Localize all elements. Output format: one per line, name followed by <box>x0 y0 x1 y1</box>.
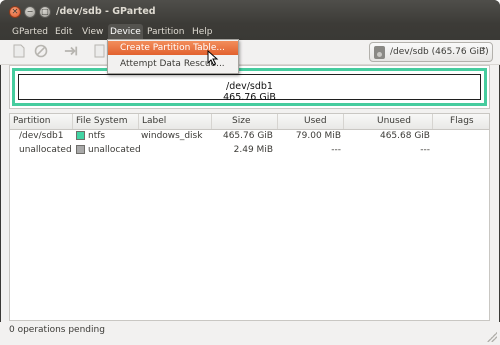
close-icon: ✕ <box>11 7 19 16</box>
partition-table: Partition File System Label Size Used Un… <box>9 113 490 321</box>
menu-view[interactable]: View <box>80 24 105 40</box>
device-menu-dropdown: Create Partition Table... Attempt Data R… <box>107 39 239 74</box>
cell-filesystem: unallocated <box>88 145 141 155</box>
cell-size: 2.49 MiB <box>233 145 273 155</box>
cell-used: --- <box>331 145 341 155</box>
copy-icon[interactable] <box>93 44 107 58</box>
partition-block-size: 465.76 GiB <box>223 92 276 103</box>
resize-grip-icon[interactable] <box>487 332 497 342</box>
table-row[interactable]: unallocated unallocated 2.49 MiB --- --- <box>10 143 489 157</box>
title-bar[interactable]: ✕ − □ /dev/sdb - GParted <box>0 0 500 24</box>
resize-move-icon[interactable] <box>64 44 78 58</box>
close-window-button[interactable]: ✕ <box>9 6 21 18</box>
device-selector-label: /dev/sdb (465.76 GiB) <box>390 47 489 57</box>
cell-unused: --- <box>420 145 430 155</box>
partition-block-sdb1[interactable]: /dev/sdb1 465.76 GiB <box>12 68 487 106</box>
mouse-cursor-icon <box>207 50 219 66</box>
column-label[interactable]: Label <box>139 114 212 129</box>
chevron-down-icon: ⌃ <box>480 46 487 55</box>
menu-edit[interactable]: Edit <box>53 24 74 40</box>
column-flags[interactable]: Flags <box>433 114 489 129</box>
table-row[interactable]: /dev/sdb1 ntfs windows_disk 465.76 GiB 7… <box>10 129 489 143</box>
cell-unused: 465.68 GiB <box>379 131 430 141</box>
maximize-window-button[interactable]: □ <box>39 6 51 18</box>
cell-partition: /dev/sdb1 <box>19 131 64 141</box>
window-title: /dev/sdb - GParted <box>56 6 156 17</box>
table-header: Partition File System Label Size Used Un… <box>10 114 489 130</box>
gparted-window: ✕ − □ /dev/sdb - GParted GParted Edit Vi… <box>0 0 500 345</box>
hard-disk-icon <box>374 46 385 59</box>
column-file-system[interactable]: File System <box>73 114 139 129</box>
column-used[interactable]: Used <box>278 114 344 129</box>
minimize-icon: − <box>26 7 34 16</box>
partition-block-name: /dev/sdb1 <box>226 81 273 92</box>
column-unused[interactable]: Unused <box>344 114 433 129</box>
column-size[interactable]: Size <box>212 114 278 129</box>
cell-label: windows_disk <box>141 131 203 141</box>
menu-device[interactable]: Device <box>108 24 143 40</box>
menu-gparted[interactable]: GParted <box>10 24 50 40</box>
delete-icon[interactable] <box>34 44 48 58</box>
cell-partition: unallocated <box>19 145 72 155</box>
maximize-icon: □ <box>41 7 49 16</box>
device-selector[interactable]: /dev/sdb (465.76 GiB) ⌃ <box>369 42 493 62</box>
toolbar: /dev/sdb (465.76 GiB) ⌃ <box>0 40 500 65</box>
disk-graphic: /dev/sdb1 465.76 GiB <box>9 65 490 109</box>
new-icon[interactable] <box>12 44 26 58</box>
filesystem-color-swatch <box>76 131 85 140</box>
cell-size: 465.76 GiB <box>222 131 273 141</box>
status-bar: 0 operations pending <box>0 322 500 345</box>
menu-help[interactable]: Help <box>190 24 215 40</box>
filesystem-color-swatch <box>76 145 85 154</box>
column-partition[interactable]: Partition <box>10 114 73 129</box>
menu-bar: GParted Edit View Device Partition Help <box>0 24 500 40</box>
menu-partition[interactable]: Partition <box>145 24 187 40</box>
cell-filesystem: ntfs <box>88 131 106 141</box>
cell-used: 79.00 MiB <box>295 131 341 141</box>
minimize-window-button[interactable]: − <box>24 6 36 18</box>
operations-pending-status: 0 operations pending <box>9 325 105 335</box>
